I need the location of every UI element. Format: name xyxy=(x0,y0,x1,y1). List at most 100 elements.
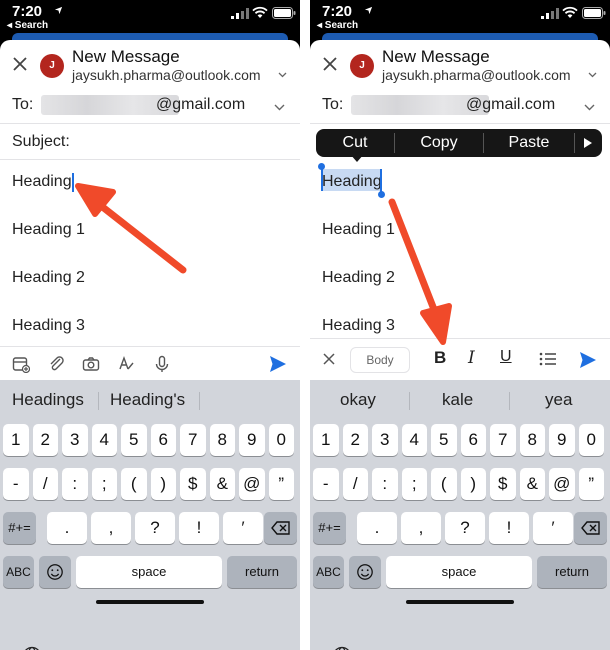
key-row2-4[interactable]: ( xyxy=(431,468,457,500)
body-line-heading-1[interactable]: Heading 1 xyxy=(322,221,395,239)
from-account[interactable]: jaysukh.pharma@outlook.com xyxy=(72,67,261,83)
key-row1-6[interactable]: 7 xyxy=(180,424,206,456)
globe-icon[interactable] xyxy=(332,646,352,650)
key-row3-3[interactable]: ! xyxy=(489,512,529,544)
return-key[interactable]: return xyxy=(227,556,297,588)
underline-button[interactable]: U xyxy=(500,348,512,366)
abc-key[interactable]: ABC xyxy=(3,556,34,588)
suggestion-item[interactable]: yea xyxy=(545,390,572,410)
paperclip-icon[interactable] xyxy=(48,355,66,373)
space-key[interactable]: space xyxy=(386,556,532,588)
key-row1-3[interactable]: 4 xyxy=(401,424,427,456)
more-arrow-icon[interactable] xyxy=(583,137,593,149)
key-row2-8[interactable]: @ xyxy=(239,468,265,500)
key-row1-5[interactable]: 6 xyxy=(460,424,486,456)
back-to-search-link[interactable]: ◂ Search xyxy=(7,20,48,31)
selection-handle-end[interactable] xyxy=(378,191,385,198)
to-field-row[interactable]: To: @gmail.com xyxy=(0,86,300,124)
to-recipient-value[interactable]: @gmail.com xyxy=(156,96,245,114)
key-row1-2[interactable]: 3 xyxy=(62,424,88,456)
back-to-search-link[interactable]: ◂ Search xyxy=(317,20,358,31)
key-row2-0[interactable]: - xyxy=(313,468,339,500)
body-line-heading-2[interactable]: Heading 2 xyxy=(12,269,85,287)
key-row2-0[interactable]: - xyxy=(3,468,29,500)
italic-button[interactable]: I xyxy=(468,348,475,368)
key-row1-9[interactable]: 0 xyxy=(268,424,294,456)
key-row2-9[interactable]: ” xyxy=(578,468,604,500)
suggestion-item[interactable]: Headings xyxy=(12,390,84,410)
key-row1-3[interactable]: 4 xyxy=(91,424,117,456)
key-row1-1[interactable]: 2 xyxy=(32,424,58,456)
symbols-key[interactable]: #+= xyxy=(313,512,346,544)
suggestion-item[interactable]: kale xyxy=(442,390,473,410)
body-line-heading-3[interactable]: Heading 3 xyxy=(12,317,85,335)
space-key[interactable]: space xyxy=(76,556,222,588)
to-field-row[interactable]: To: @gmail.com xyxy=(310,86,610,124)
close-icon[interactable] xyxy=(320,54,340,74)
key-row3-4[interactable]: ′ xyxy=(533,512,573,544)
microphone-icon[interactable] xyxy=(153,355,171,373)
key-row1-6[interactable]: 7 xyxy=(490,424,516,456)
key-row3-2[interactable]: ? xyxy=(445,512,485,544)
send-icon[interactable] xyxy=(578,350,598,370)
cut-menu-item[interactable]: Cut xyxy=(316,129,394,157)
chevron-down-icon[interactable] xyxy=(588,72,597,78)
delete-key[interactable] xyxy=(574,512,607,544)
key-row1-9[interactable]: 0 xyxy=(578,424,604,456)
key-row1-7[interactable]: 8 xyxy=(519,424,545,456)
key-row3-3[interactable]: ! xyxy=(179,512,219,544)
return-key[interactable]: return xyxy=(537,556,607,588)
send-icon[interactable] xyxy=(268,354,288,374)
globe-icon[interactable] xyxy=(22,646,42,650)
key-row1-1[interactable]: 2 xyxy=(342,424,368,456)
key-row2-7[interactable]: & xyxy=(519,468,545,500)
key-row2-5[interactable]: ) xyxy=(460,468,486,500)
body-line-heading-2[interactable]: Heading 2 xyxy=(322,269,395,287)
calendar-add-icon[interactable] xyxy=(12,355,30,373)
bold-button[interactable]: B xyxy=(434,348,446,368)
key-row3-1[interactable]: , xyxy=(401,512,441,544)
subject-field-row[interactable]: Subject: xyxy=(0,124,300,160)
key-row3-0[interactable]: . xyxy=(47,512,87,544)
key-row2-4[interactable]: ( xyxy=(121,468,147,500)
bullet-list-icon[interactable] xyxy=(539,351,557,367)
key-row2-6[interactable]: $ xyxy=(490,468,516,500)
key-row2-1[interactable]: / xyxy=(32,468,58,500)
body-line-heading-1[interactable]: Heading 1 xyxy=(12,221,85,239)
key-row1-2[interactable]: 3 xyxy=(372,424,398,456)
key-row2-1[interactable]: / xyxy=(342,468,368,500)
from-account[interactable]: jaysukh.pharma@outlook.com xyxy=(382,67,571,83)
close-icon[interactable] xyxy=(10,54,30,74)
chevron-down-icon[interactable] xyxy=(584,104,595,111)
key-row1-5[interactable]: 6 xyxy=(150,424,176,456)
key-row2-7[interactable]: & xyxy=(209,468,235,500)
key-row1-7[interactable]: 8 xyxy=(209,424,235,456)
paste-menu-item[interactable]: Paste xyxy=(484,129,574,157)
key-row1-8[interactable]: 9 xyxy=(239,424,265,456)
to-recipient-value[interactable]: @gmail.com xyxy=(466,96,555,114)
key-row3-1[interactable]: , xyxy=(91,512,131,544)
paragraph-style-button[interactable]: Body xyxy=(350,347,410,373)
key-row3-0[interactable]: . xyxy=(357,512,397,544)
key-row2-2[interactable]: : xyxy=(372,468,398,500)
key-row2-2[interactable]: : xyxy=(62,468,88,500)
body-line-heading-3[interactable]: Heading 3 xyxy=(322,317,395,335)
emoji-key[interactable] xyxy=(349,556,381,588)
key-row2-8[interactable]: @ xyxy=(549,468,575,500)
body-line-heading[interactable]: Heading xyxy=(322,173,382,191)
symbols-key[interactable]: #+= xyxy=(3,512,36,544)
draw-pen-icon[interactable] xyxy=(117,355,135,373)
chevron-down-icon[interactable] xyxy=(274,104,285,111)
key-row2-5[interactable]: ) xyxy=(150,468,176,500)
chevron-down-icon[interactable] xyxy=(278,72,287,78)
key-row1-0[interactable]: 1 xyxy=(313,424,339,456)
key-row2-3[interactable]: ; xyxy=(91,468,117,500)
copy-menu-item[interactable]: Copy xyxy=(395,129,483,157)
key-row1-0[interactable]: 1 xyxy=(3,424,29,456)
key-row3-4[interactable]: ′ xyxy=(223,512,263,544)
abc-key[interactable]: ABC xyxy=(313,556,344,588)
suggestion-item[interactable]: Heading's xyxy=(110,390,185,410)
key-row1-8[interactable]: 9 xyxy=(549,424,575,456)
key-row1-4[interactable]: 5 xyxy=(121,424,147,456)
key-row2-9[interactable]: ” xyxy=(268,468,294,500)
